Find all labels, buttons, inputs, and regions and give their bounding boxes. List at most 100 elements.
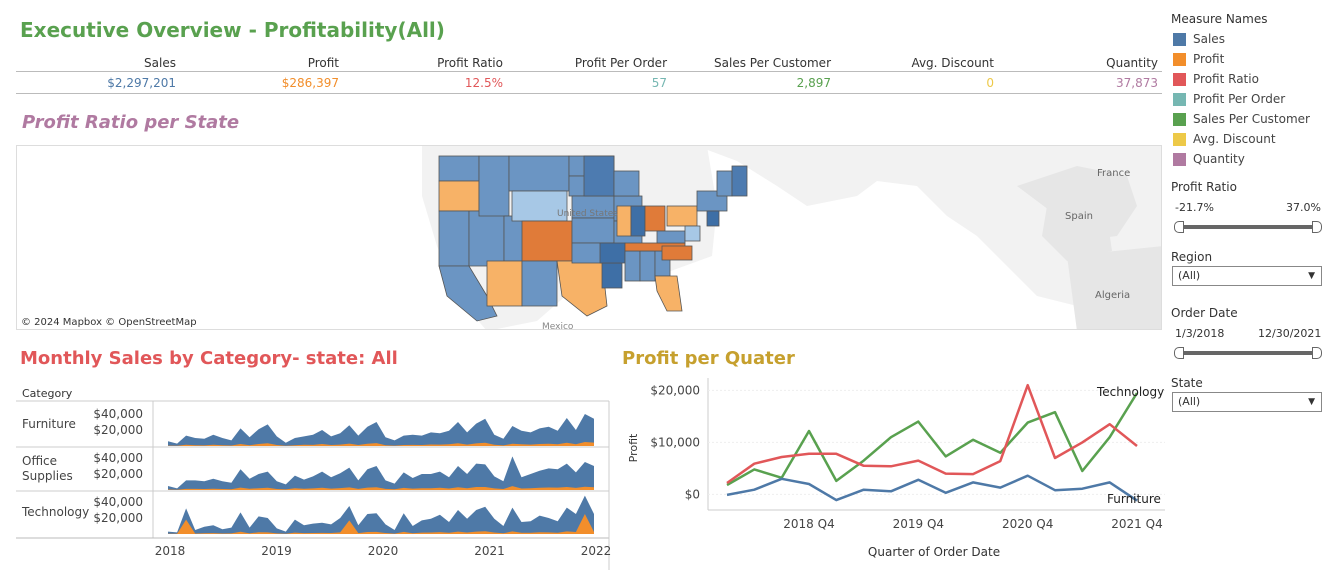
sales-area[interactable] (168, 495, 594, 534)
monthly-sales-title: Monthly Sales by Category- state: All (20, 348, 398, 369)
x-tick-label: 2021 Q4 (1111, 517, 1162, 531)
legend-label: Profit (1193, 52, 1225, 66)
kpi-value: 37,873 (1116, 76, 1158, 90)
y-tick-label: $20,000 (93, 467, 143, 481)
kpi-label: Avg. Discount (911, 56, 994, 70)
legend-item[interactable]: Profit (1173, 52, 1224, 68)
x-tick-label: 2019 (261, 544, 292, 558)
filter-label-state: State (1171, 376, 1203, 390)
x-tick-label: 2022 (581, 544, 611, 558)
category-label-line: Furniture (22, 417, 76, 431)
region-dropdown-value: (All) (1178, 269, 1201, 282)
kpi-value: 0 (986, 76, 994, 90)
legend-label: Profit Ratio (1193, 72, 1259, 86)
sales-area[interactable] (168, 456, 594, 490)
x-tick-label: 2021 (474, 544, 505, 558)
legend-label: Profit Per Order (1193, 92, 1286, 106)
legend-swatch (1173, 53, 1186, 66)
legend-swatch (1173, 73, 1186, 86)
kpi-table: Sales $2,297,201 Profit $286,397 Profit Rati… (16, 54, 1162, 94)
profit-ratio-slider-track[interactable] (1180, 225, 1316, 229)
y-tick-label: $40,000 (93, 407, 143, 421)
kpi-value: 12.5% (464, 76, 503, 90)
legend-label: Sales Per Customer (1193, 112, 1310, 126)
kpi-label: Sales (144, 56, 176, 70)
category-label-line: Technology (21, 505, 89, 519)
y-axis-label: Profit (627, 433, 640, 462)
state-dropdown[interactable]: (All) ▼ (1172, 392, 1322, 412)
legend-item[interactable]: Sales (1173, 32, 1225, 48)
x-axis-label: Quarter of Order Date (868, 545, 1000, 559)
legend-label: Sales (1193, 32, 1225, 46)
y-tick-label: $20,000 (650, 383, 700, 397)
legend-swatch (1173, 153, 1186, 166)
y-tick-label: $0 (685, 487, 700, 501)
y-tick-label: $40,000 (93, 495, 143, 509)
legend-item[interactable]: Profit Ratio (1173, 72, 1259, 88)
chevron-down-icon: ▼ (1308, 397, 1315, 407)
x-tick-label: 2018 (155, 544, 186, 558)
series-line[interactable] (726, 392, 1139, 487)
legend-swatch (1173, 93, 1186, 106)
category-label-line: Supplies (22, 469, 73, 483)
land-shape (1067, 246, 1161, 329)
state-dropdown-value: (All) (1178, 395, 1201, 408)
monthly-category-header: Category (22, 387, 73, 400)
legend-item[interactable]: Avg. Discount (1173, 132, 1276, 148)
legend-swatch (1173, 133, 1186, 146)
chevron-down-icon: ▼ (1308, 271, 1315, 281)
legend-item[interactable]: Profit Per Order (1173, 92, 1285, 108)
kpi-divider (16, 93, 1162, 94)
category-label: Furniture (22, 417, 76, 431)
legend-swatch (1173, 113, 1186, 126)
map-attribution: © 2024 Mapbox © OpenStreetMap (21, 317, 197, 328)
kpi-label: Profit (307, 56, 339, 70)
series-label-technology: Technology (1096, 385, 1164, 399)
y-tick-label: $20,000 (93, 511, 143, 525)
kpi-label: Profit Ratio (437, 56, 503, 70)
kpi-value: $286,397 (281, 76, 339, 90)
state-map[interactable]: France Spain Algeria Mexico United State… (16, 145, 1162, 330)
monthly-sales-chart[interactable]: Category Furniture $40,000 $20,000 Office Sup… (16, 380, 611, 570)
kpi-divider (16, 71, 1162, 72)
legend-item[interactable]: Sales Per Customer (1173, 112, 1310, 128)
profit-quarter-chart[interactable]: $20,000 $10,000 $0 Profit 2018 Q4 2019 Q4 2020… (620, 378, 1165, 570)
order-date-slider-min-handle[interactable] (1174, 347, 1184, 359)
map-canvas[interactable]: France Spain Algeria Mexico United State… (17, 146, 1162, 330)
category-label: Office Supplies (22, 454, 73, 483)
legend-label: Avg. Discount (1193, 132, 1276, 146)
order-date-slider-max-handle[interactable] (1312, 347, 1322, 359)
dashboard-title: Executive Overview - Profitability(All) (20, 18, 445, 42)
map-label-us: United States (557, 209, 618, 219)
profit-ratio-min: -21.7% (1175, 201, 1214, 214)
filter-label-order-date: Order Date (1171, 306, 1238, 320)
map-label-france: France (1097, 168, 1130, 179)
kpi-value: 2,897 (796, 76, 831, 90)
x-tick-label: 2020 (368, 544, 399, 558)
y-tick-label: $20,000 (93, 423, 143, 437)
profit-ratio-slider-max-handle[interactable] (1312, 221, 1322, 233)
category-label: Technology (21, 505, 89, 519)
kpi-value: $2,297,201 (107, 76, 176, 90)
order-date-slider-track[interactable] (1180, 351, 1316, 355)
x-tick-label: 2020 Q4 (1002, 517, 1053, 531)
order-date-max: 12/30/2021 (1258, 327, 1322, 340)
series-line[interactable] (726, 474, 1138, 502)
sales-area[interactable] (168, 414, 594, 446)
x-tick-label: 2018 Q4 (783, 517, 834, 531)
kpi-label: Quantity (1106, 56, 1158, 70)
legend-item[interactable]: Quantity (1173, 152, 1245, 168)
order-date-min: 1/3/2018 (1175, 327, 1225, 340)
filter-label-region: Region (1171, 250, 1213, 264)
y-tick-label: $40,000 (93, 451, 143, 465)
map-label-spain: Spain (1065, 211, 1093, 222)
profit-ratio-max: 37.0% (1286, 201, 1321, 214)
kpi-label: Profit Per Order (574, 56, 667, 70)
kpi-label: Sales Per Customer (714, 56, 831, 70)
map-title: Profit Ratio per State (22, 112, 240, 133)
legend-swatch (1173, 33, 1186, 46)
region-dropdown[interactable]: (All) ▼ (1172, 266, 1322, 286)
filter-label-profit-ratio: Profit Ratio (1171, 180, 1237, 194)
series-label-furniture: Furniture (1107, 492, 1161, 506)
profit-ratio-slider-min-handle[interactable] (1174, 221, 1184, 233)
